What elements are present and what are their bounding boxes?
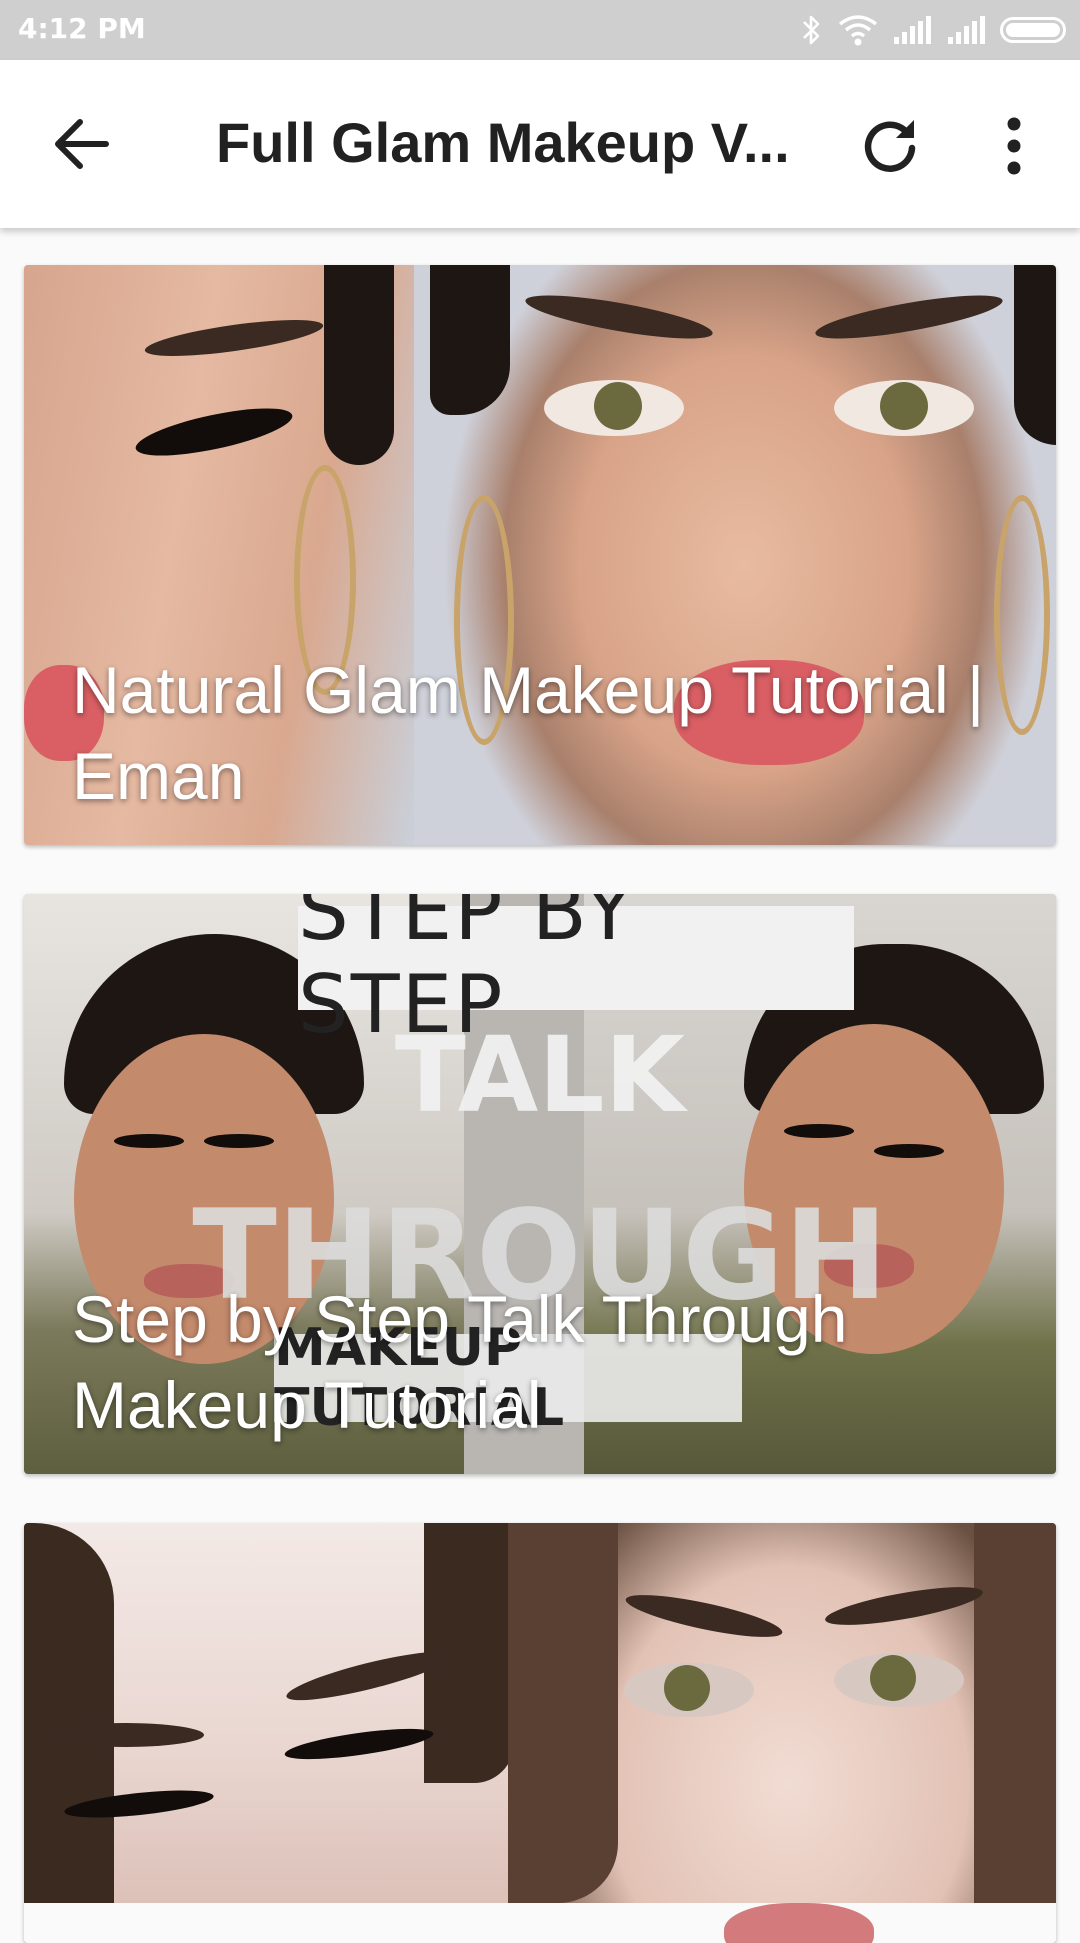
status-time: 4:12 PM bbox=[18, 12, 146, 45]
page-title: Full Glam Makeup V... bbox=[216, 111, 790, 174]
thumbnail-banner-text: STEP BY STEP bbox=[298, 894, 854, 1051]
status-icons bbox=[800, 12, 1066, 48]
video-card[interactable]: Natural Glam Makeup Tutorial | Eman bbox=[24, 265, 1056, 845]
battery-icon bbox=[1000, 17, 1066, 43]
wifi-icon bbox=[838, 15, 878, 46]
video-title: Step by Step Talk Through Makeup Tutoria… bbox=[72, 1282, 848, 1442]
thumbnail-text-talk: TALK bbox=[394, 1014, 686, 1136]
status-bar: 4:12 PM bbox=[0, 0, 1080, 60]
signal-icon bbox=[948, 16, 985, 44]
bluetooth-icon bbox=[803, 15, 820, 45]
app-bar: Full Glam Makeup V... bbox=[0, 60, 1080, 228]
video-card[interactable]: STEP BY STEP TALK THROUGH MAKEUP TUTORIA… bbox=[24, 894, 1056, 1474]
video-thumbnail bbox=[24, 1523, 1056, 1943]
signal-icon bbox=[894, 16, 931, 44]
refresh-icon[interactable] bbox=[858, 112, 922, 176]
back-arrow-icon[interactable] bbox=[50, 116, 114, 172]
video-card[interactable] bbox=[24, 1523, 1056, 1943]
video-title: Natural Glam Makeup Tutorial | Eman bbox=[72, 653, 985, 813]
more-vert-icon[interactable] bbox=[990, 116, 1038, 176]
